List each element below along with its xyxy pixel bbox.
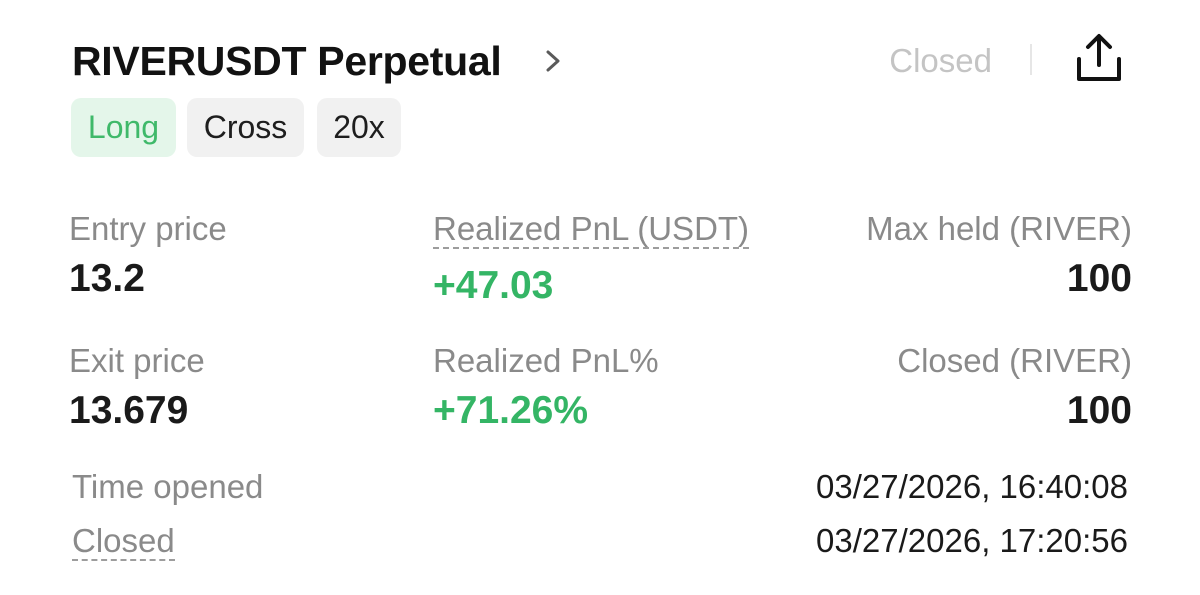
time-opened-label: Time opened — [72, 468, 264, 505]
header-divider — [1030, 44, 1032, 75]
exit-price-value: 13.679 — [69, 389, 189, 432]
realized-pnl-percent-label: Realized PnL% — [433, 342, 659, 379]
chevron-right-icon[interactable] — [540, 46, 566, 76]
time-opened-value: 03/27/2026, 16:40:08 — [816, 468, 1128, 505]
time-closed-label[interactable]: Closed — [72, 520, 175, 562]
realized-pnl-label-text[interactable]: Realized PnL (USDT) — [433, 210, 750, 249]
share-icon[interactable] — [1074, 32, 1124, 84]
realized-pnl-label[interactable]: Realized PnL (USDT) — [433, 208, 750, 250]
max-held-value: 100 — [1066, 257, 1132, 300]
side-tag: Long — [71, 98, 176, 157]
margin-mode-tag: Cross — [187, 98, 304, 157]
time-closed-label-text[interactable]: Closed — [72, 522, 175, 561]
position-status: Closed — [889, 42, 992, 79]
realized-pnl-percent-value: +71.26% — [433, 389, 589, 432]
position-title[interactable]: RIVERUSDT Perpetual — [72, 36, 502, 86]
exit-price-label: Exit price — [69, 342, 205, 379]
closed-quantity-label: Closed (RIVER) — [897, 342, 1132, 379]
closed-quantity-value: 100 — [1066, 389, 1132, 432]
realized-pnl-value: +47.03 — [433, 264, 554, 307]
time-closed-value: 03/27/2026, 17:20:56 — [816, 522, 1128, 559]
leverage-tag: 20x — [317, 98, 401, 157]
entry-price-value: 13.2 — [69, 257, 145, 300]
max-held-label: Max held (RIVER) — [866, 210, 1132, 247]
entry-price-label: Entry price — [69, 210, 227, 247]
